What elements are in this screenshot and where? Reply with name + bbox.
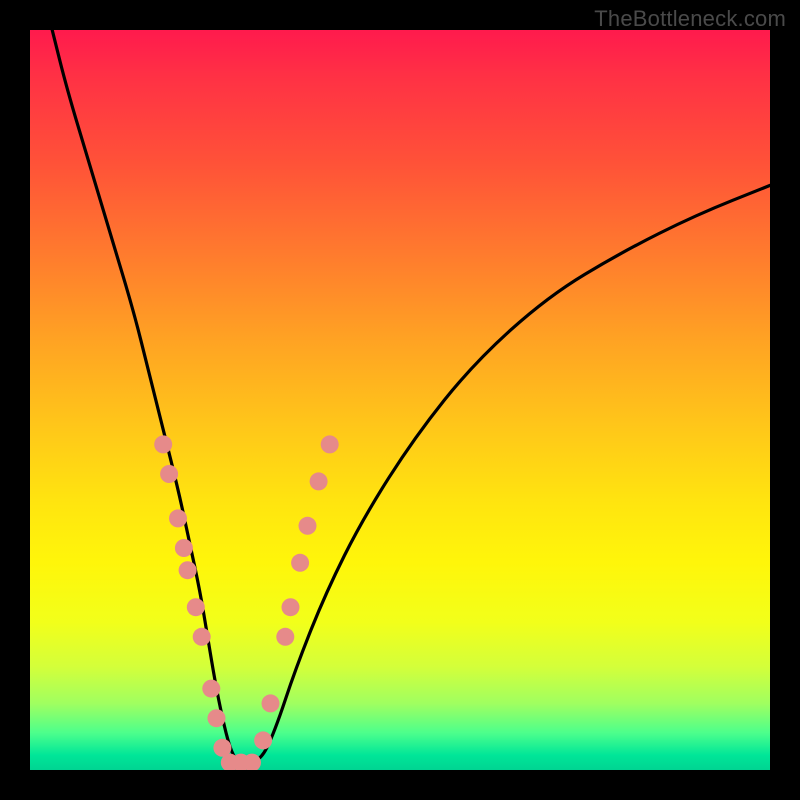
highlight-point [276, 628, 294, 646]
highlight-point [291, 554, 309, 572]
chart-svg [30, 30, 770, 770]
highlight-point [310, 472, 328, 490]
chart-frame: TheBottleneck.com [0, 0, 800, 800]
highlight-point [254, 731, 272, 749]
highlight-point [179, 561, 197, 579]
highlight-points-group [154, 435, 339, 770]
watermark-text: TheBottleneck.com [594, 6, 786, 32]
highlight-point [208, 709, 226, 727]
highlight-point [169, 509, 187, 527]
highlight-point [321, 435, 339, 453]
highlight-point [160, 465, 178, 483]
highlight-point [175, 539, 193, 557]
highlight-point [282, 598, 300, 616]
bottleneck-curve [52, 30, 770, 763]
highlight-point [193, 628, 211, 646]
plot-area [30, 30, 770, 770]
highlight-point [154, 435, 172, 453]
highlight-point [262, 694, 280, 712]
highlight-point [202, 680, 220, 698]
highlight-point [187, 598, 205, 616]
highlight-point [299, 517, 317, 535]
